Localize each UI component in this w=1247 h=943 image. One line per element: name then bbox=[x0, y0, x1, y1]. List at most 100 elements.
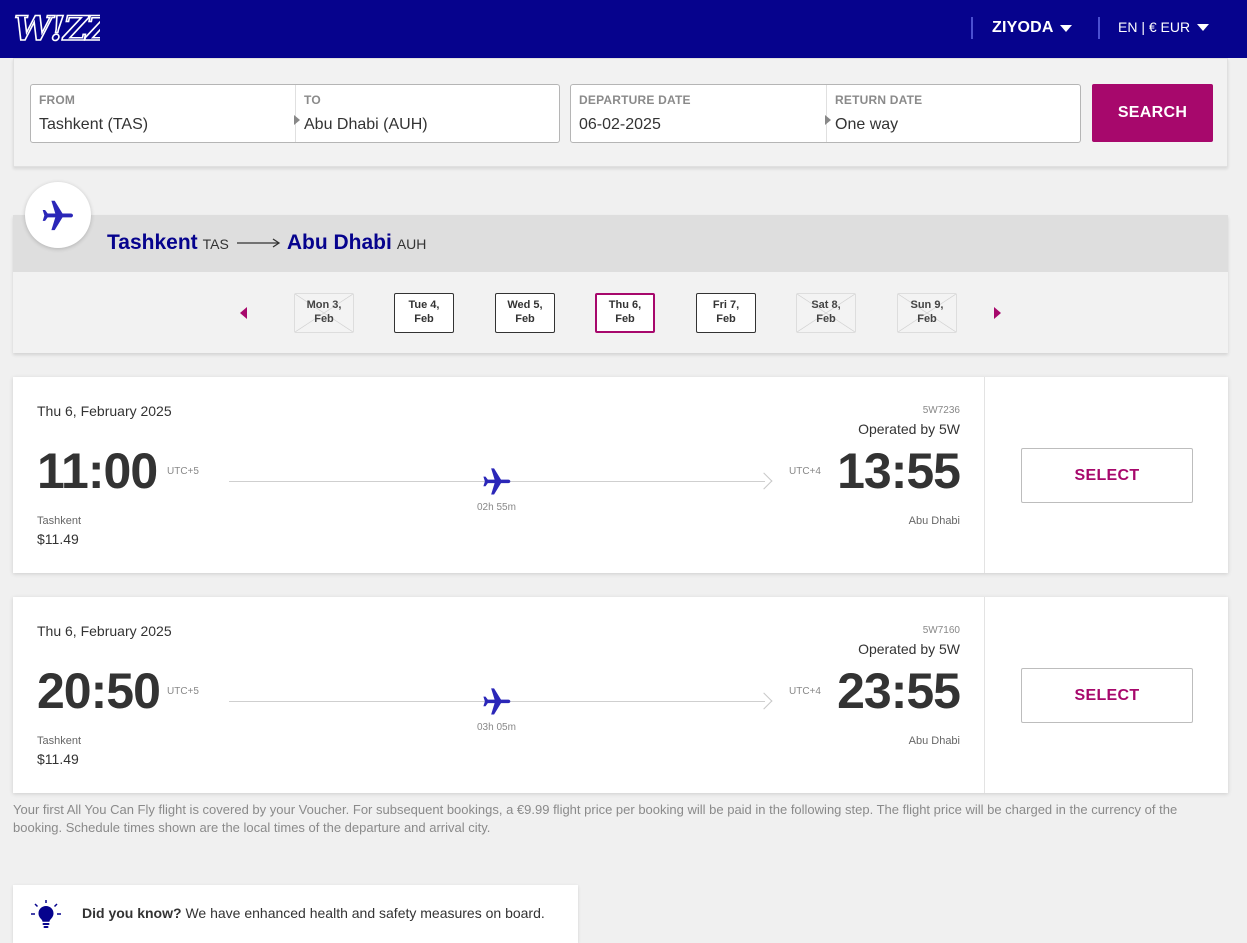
departure-time: 11:00 bbox=[37, 443, 158, 499]
to-value: Abu Dhabi (AUH) bbox=[304, 116, 428, 133]
route-header: Tashkent TAS Abu Dhabi AUH bbox=[13, 215, 1228, 272]
flight-card: Thu 6, February 2025 5W7160 Operated by … bbox=[13, 597, 1228, 793]
destination-code: AUH bbox=[396, 236, 427, 252]
date-tile-month: Feb bbox=[816, 313, 836, 325]
flight-duration: 03h 05m bbox=[477, 722, 516, 733]
date-tile-month: Feb bbox=[615, 313, 635, 325]
card-divider bbox=[984, 597, 985, 793]
flight-date: Thu 6, February 2025 bbox=[37, 623, 172, 639]
from-label: FROM bbox=[39, 93, 76, 107]
chevron-down-icon bbox=[1059, 24, 1072, 32]
date-tile-mon-3[interactable]: Mon 3, Feb bbox=[294, 293, 354, 333]
voucher-disclaimer: Your first All You Can Fly flight is cov… bbox=[13, 802, 1178, 835]
date-tile-tue-4[interactable]: Tue 4, Feb bbox=[394, 293, 454, 333]
next-dates-arrow[interactable] bbox=[994, 307, 1001, 319]
lightbulb-icon bbox=[31, 900, 61, 928]
svg-text:W!ZZ: W!ZZ bbox=[14, 9, 100, 48]
select-flight-button[interactable]: SELECT bbox=[1021, 668, 1193, 723]
date-tile-wed-5[interactable]: Wed 5, Feb bbox=[495, 293, 555, 333]
date-tile-day: Thu 6, bbox=[608, 299, 642, 311]
flight-number: 5W7160 bbox=[922, 625, 960, 636]
arrival-time: 23:55 bbox=[837, 663, 961, 719]
airplane-icon bbox=[483, 688, 511, 715]
date-tile-sat-8[interactable]: Sat 8, Feb bbox=[796, 293, 856, 333]
destination-city: Abu Dhabi bbox=[286, 231, 392, 254]
search-button[interactable]: SEARCH bbox=[1092, 84, 1213, 142]
top-navigation-bar: W!ZZ ZIYODA EN | € EUR bbox=[0, 0, 1247, 58]
user-name: ZIYODA bbox=[992, 19, 1054, 36]
chevron-down-icon bbox=[1197, 23, 1210, 31]
date-tile-day: Fri 7, bbox=[712, 299, 740, 311]
date-tile-day: Sat 8, bbox=[811, 299, 841, 311]
language-currency-menu[interactable]: EN | € EUR bbox=[1118, 19, 1210, 35]
arrival-time: 13:55 bbox=[837, 443, 961, 499]
operated-by: Operated by 5W bbox=[858, 421, 960, 437]
route-date-selector: Tashkent TAS Abu Dhabi AUH Mon 3, Feb Tu… bbox=[13, 215, 1228, 353]
flight-duration: 02h 55m bbox=[477, 502, 516, 513]
airplane-icon bbox=[42, 200, 73, 231]
arrival-city: Abu Dhabi bbox=[908, 515, 960, 527]
arrival-timezone: UTC+4 bbox=[789, 686, 821, 697]
date-tile-day: Wed 5, bbox=[507, 299, 543, 311]
origin-city: Tashkent bbox=[107, 231, 198, 254]
date-tile-month: Feb bbox=[414, 313, 434, 325]
to-label: TO bbox=[304, 93, 321, 107]
from-field[interactable]: FROM Tashkent (TAS) bbox=[31, 85, 295, 142]
return-date-value: One way bbox=[835, 116, 899, 133]
airplane-icon bbox=[483, 468, 511, 495]
tip-text: Did you know? We have enhanced health an… bbox=[82, 905, 545, 921]
return-date-field[interactable]: RETURN DATE One way bbox=[825, 85, 1080, 142]
from-value: Tashkent (TAS) bbox=[39, 116, 149, 133]
user-account-menu[interactable]: ZIYODA bbox=[992, 19, 1072, 37]
to-field[interactable]: TO Abu Dhabi (AUH) bbox=[294, 85, 559, 142]
departure-date-label: DEPARTURE DATE bbox=[579, 93, 691, 107]
flight-price: $11.49 bbox=[37, 531, 79, 547]
caret-right-icon bbox=[294, 115, 300, 125]
caret-right-icon bbox=[825, 115, 831, 125]
arrival-timezone: UTC+4 bbox=[789, 466, 821, 477]
language-currency-label: EN | € EUR bbox=[1118, 19, 1191, 35]
route-badge bbox=[25, 182, 91, 248]
date-tile-month: Feb bbox=[917, 313, 937, 325]
departure-city: Tashkent bbox=[37, 735, 82, 747]
did-you-know-card: Did you know? We have enhanced health an… bbox=[13, 885, 578, 943]
card-divider bbox=[984, 377, 985, 573]
date-fields: DEPARTURE DATE 06-02-2025 RETURN DATE On… bbox=[570, 84, 1081, 143]
date-tile-month: Feb bbox=[515, 313, 535, 325]
departure-timezone: UTC+5 bbox=[167, 686, 199, 697]
date-tile-thu-6[interactable]: Thu 6, Feb bbox=[595, 293, 655, 333]
departure-timezone: UTC+5 bbox=[167, 466, 199, 477]
departure-date-value: 06-02-2025 bbox=[579, 116, 661, 133]
flight-search-panel: FROM Tashkent (TAS) TO Abu Dhabi (AUH) D… bbox=[13, 58, 1228, 167]
departure-date-field[interactable]: DEPARTURE DATE 06-02-2025 bbox=[571, 85, 826, 142]
flight-date: Thu 6, February 2025 bbox=[37, 403, 172, 419]
date-tile-month: Feb bbox=[314, 313, 334, 325]
arrow-right-icon bbox=[755, 692, 773, 710]
departure-time: 20:50 bbox=[37, 663, 161, 719]
route-fields: FROM Tashkent (TAS) TO Abu Dhabi (AUH) bbox=[30, 84, 560, 143]
header-divider bbox=[1098, 17, 1100, 39]
tip-heading: Did you know? bbox=[82, 905, 182, 921]
flight-price: $11.49 bbox=[37, 751, 79, 767]
wizz-logo[interactable]: W!ZZ bbox=[12, 6, 100, 48]
return-date-label: RETURN DATE bbox=[835, 93, 923, 107]
flight-card: Thu 6, February 2025 5W7236 Operated by … bbox=[13, 377, 1228, 573]
date-tile-day: Mon 3, bbox=[306, 299, 342, 311]
origin-code: TAS bbox=[202, 236, 229, 252]
select-flight-button[interactable]: SELECT bbox=[1021, 448, 1193, 503]
arrival-city: Abu Dhabi bbox=[908, 735, 960, 747]
previous-dates-arrow[interactable] bbox=[240, 307, 247, 319]
flight-number: 5W7236 bbox=[922, 405, 960, 416]
date-tile-month: Feb bbox=[716, 313, 736, 325]
route-title: Tashkent TAS Abu Dhabi AUH bbox=[107, 231, 426, 255]
date-tile-fri-7[interactable]: Fri 7, Feb bbox=[696, 293, 756, 333]
date-strip: Mon 3, Feb Tue 4, Feb Wed 5, Feb Thu 6, … bbox=[13, 272, 1228, 353]
departure-city: Tashkent bbox=[37, 515, 82, 527]
date-tile-day: Sun 9, bbox=[910, 299, 944, 311]
arrow-right-icon bbox=[236, 238, 281, 248]
date-tile-day: Tue 4, bbox=[408, 299, 440, 311]
date-tile-sun-9[interactable]: Sun 9, Feb bbox=[897, 293, 957, 333]
header-divider bbox=[971, 17, 973, 39]
tip-body: We have enhanced health and safety measu… bbox=[181, 905, 545, 921]
arrow-right-icon bbox=[755, 472, 773, 490]
